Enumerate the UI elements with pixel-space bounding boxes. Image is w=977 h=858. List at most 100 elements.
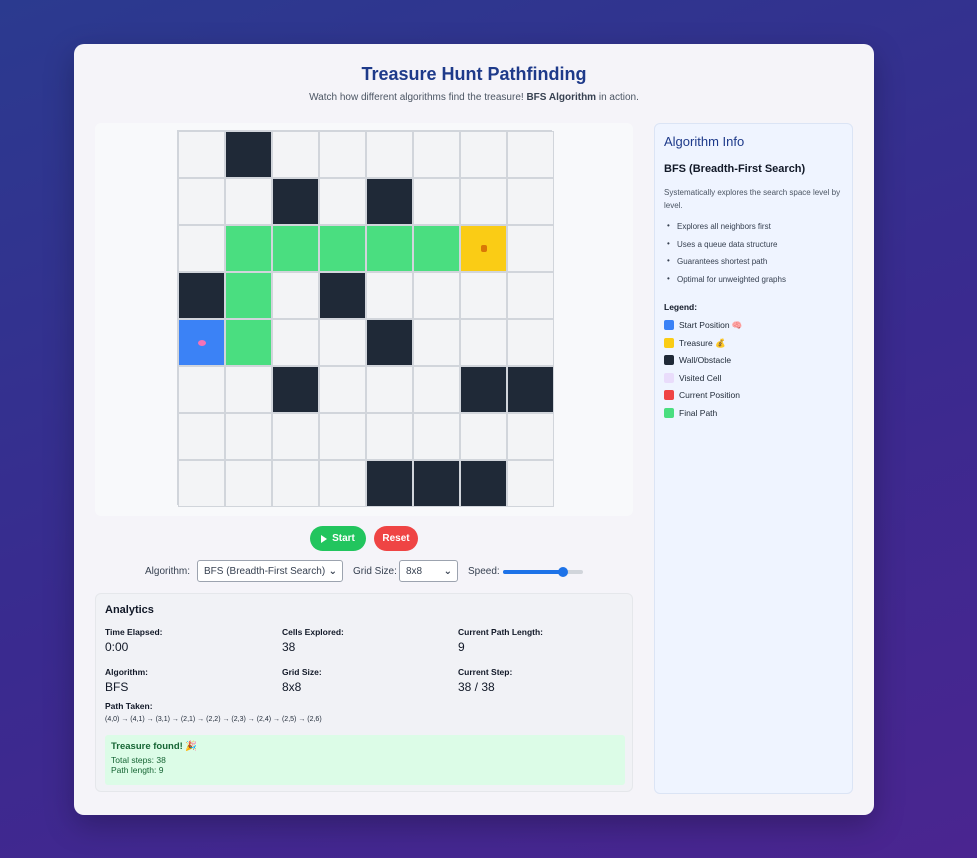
grid-cell-wall[interactable] (366, 319, 413, 366)
grid-cell-path[interactable] (225, 272, 272, 319)
grid-cell-empty[interactable] (178, 413, 225, 460)
grid-cell-path[interactable] (225, 319, 272, 366)
stat-value: BFS (105, 680, 129, 694)
grid-cell-empty[interactable] (507, 131, 554, 178)
grid-cell-empty[interactable] (225, 366, 272, 413)
grid-cell-empty[interactable] (319, 131, 366, 178)
grid-cell-empty[interactable] (225, 178, 272, 225)
grid-cell-empty[interactable] (178, 131, 225, 178)
grid-size-select[interactable]: 8x8 ⌄ (399, 560, 458, 582)
grid-cell-wall[interactable] (272, 178, 319, 225)
legend-label: Treasure 💰 (679, 337, 726, 348)
legend-label: Current Position (679, 390, 740, 400)
grid-cell-empty[interactable] (178, 178, 225, 225)
algorithm-select-value: BFS (Breadth-First Search) (204, 565, 326, 577)
grid-cell-path[interactable] (366, 225, 413, 272)
grid-cell-empty[interactable] (272, 131, 319, 178)
grid-cell-empty[interactable] (272, 272, 319, 319)
grid-cell-wall[interactable] (225, 131, 272, 178)
info-bullet-list: Explores all neighbors first Uses a queu… (667, 221, 786, 292)
grid-cell-empty[interactable] (272, 319, 319, 366)
grid-cell-path[interactable] (413, 225, 460, 272)
grid-cell-empty[interactable] (460, 178, 507, 225)
grid-cell-empty[interactable] (507, 225, 554, 272)
grid-cell-wall[interactable] (366, 178, 413, 225)
analytics-panel: Analytics Time Elapsed: 0:00 Cells Explo… (95, 593, 633, 792)
grid-cell-empty[interactable] (178, 460, 225, 507)
info-bullet: Explores all neighbors first (667, 221, 786, 240)
grid-cell-path[interactable] (272, 225, 319, 272)
stat-value: 9 (458, 640, 465, 654)
grid-cell-empty[interactable] (366, 413, 413, 460)
stat-label: Algorithm: (105, 667, 148, 677)
grid-cell-wall[interactable] (366, 460, 413, 507)
grid-cell-treasure[interactable] (460, 225, 507, 272)
grid-cell-empty[interactable] (225, 413, 272, 460)
grid-cell-empty[interactable] (507, 178, 554, 225)
grid-cell-empty[interactable] (319, 460, 366, 507)
grid-cell-wall[interactable] (178, 272, 225, 319)
grid-cell-empty[interactable] (460, 413, 507, 460)
grid-cell-empty[interactable] (272, 413, 319, 460)
subtitle-intro: Watch how different algorithms find the … (309, 92, 524, 103)
grid-cell-empty[interactable] (413, 366, 460, 413)
grid-cell-wall[interactable] (272, 366, 319, 413)
grid-cell-empty[interactable] (413, 272, 460, 319)
grid-cell-empty[interactable] (507, 460, 554, 507)
grid-cell-empty[interactable] (272, 460, 319, 507)
legend-item: Visited Cell (664, 372, 743, 391)
stat-label: Current Path Length: (458, 627, 543, 637)
grid-cell-wall[interactable] (507, 366, 554, 413)
grid-cell-empty[interactable] (507, 272, 554, 319)
grid-cell-empty[interactable] (460, 272, 507, 319)
grid-cell-empty[interactable] (319, 366, 366, 413)
pathfinding-grid[interactable] (177, 130, 554, 507)
grid-cell-empty[interactable] (366, 366, 413, 413)
start-button[interactable]: Start (310, 526, 366, 551)
grid-cell-empty[interactable] (225, 460, 272, 507)
grid-cell-empty[interactable] (366, 131, 413, 178)
grid-cell-empty[interactable] (413, 178, 460, 225)
legend-swatch (664, 320, 674, 330)
speed-slider[interactable] (503, 567, 583, 577)
grid-cell-empty[interactable] (319, 319, 366, 366)
grid-cell-empty[interactable] (366, 272, 413, 319)
grid-cell-empty[interactable] (460, 319, 507, 366)
board-panel (95, 123, 633, 516)
page-subtitle: Watch how different algorithms find the … (74, 92, 874, 103)
grid-cell-start[interactable] (178, 319, 225, 366)
start-button-label: Start (332, 533, 355, 544)
grid-cell-path[interactable] (225, 225, 272, 272)
slider-thumb[interactable] (558, 567, 568, 577)
grid-cell-empty[interactable] (413, 319, 460, 366)
algorithm-select[interactable]: BFS (Breadth-First Search) ⌄ (197, 560, 343, 582)
stat-label: Grid Size: (282, 667, 322, 677)
grid-cell-empty[interactable] (507, 319, 554, 366)
grid-cell-wall[interactable] (319, 272, 366, 319)
grid-cell-empty[interactable] (507, 413, 554, 460)
stat-value: 38 (282, 640, 296, 654)
grid-cell-empty[interactable] (413, 413, 460, 460)
legend-swatch (664, 355, 674, 365)
grid-cell-wall[interactable] (413, 460, 460, 507)
reset-button[interactable]: Reset (374, 526, 418, 551)
grid-cell-empty[interactable] (413, 131, 460, 178)
stat-value: 0:00 (105, 640, 129, 654)
legend-swatch (664, 337, 674, 348)
grid-cell-empty[interactable] (319, 178, 366, 225)
grid-cell-wall[interactable] (460, 460, 507, 507)
legend-item: Final Path (664, 407, 743, 426)
grid-cell-wall[interactable] (460, 366, 507, 413)
algorithm-select-label: Algorithm: (145, 566, 191, 577)
grid-size-select-label: Grid Size: (353, 566, 397, 577)
grid-cell-empty[interactable] (178, 366, 225, 413)
grid-cell-empty[interactable] (460, 131, 507, 178)
stat-cells-explored: Cells Explored: 38 (282, 627, 344, 654)
chevron-down-icon: ⌄ (443, 566, 452, 577)
grid-cell-empty[interactable] (319, 413, 366, 460)
treasure-found-banner: Treasure found! 🎉 Total steps: 38 Path l… (105, 735, 625, 785)
main-card: Treasure Hunt Pathfinding Watch how diff… (74, 44, 874, 815)
grid-cell-path[interactable] (319, 225, 366, 272)
info-bullet: Guarantees shortest path (667, 256, 786, 275)
grid-cell-empty[interactable] (178, 225, 225, 272)
